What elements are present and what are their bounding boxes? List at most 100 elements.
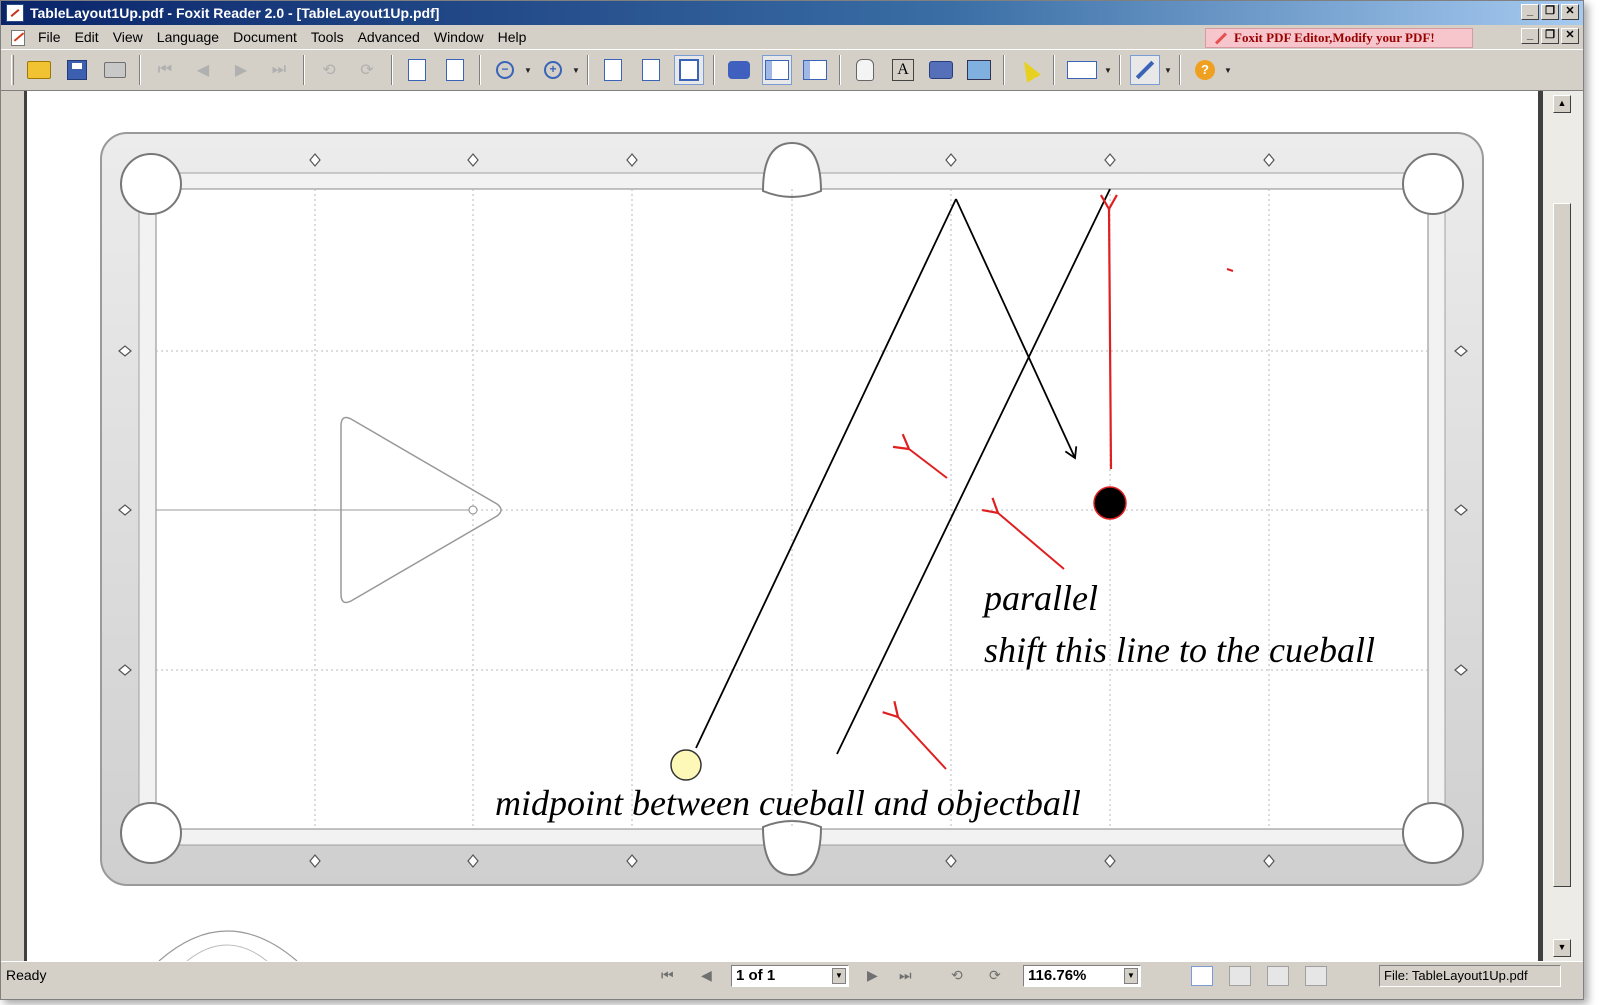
select-tool-button[interactable] (1014, 55, 1044, 85)
chevron-down-icon[interactable]: ▼ (832, 968, 846, 984)
single-page-view-icon[interactable] (1191, 966, 1213, 986)
measure-icon (1067, 61, 1097, 79)
zoom-out-button[interactable]: − (490, 55, 520, 85)
toolbar-separator (139, 55, 141, 85)
menu-edit[interactable]: Edit (68, 29, 106, 45)
promo-banner[interactable]: Foxit PDF Editor,Modify your PDF! (1205, 28, 1473, 48)
menu-advanced[interactable]: Advanced (351, 29, 427, 45)
hand-tool-button[interactable] (850, 55, 880, 85)
facing-view-icon[interactable] (1267, 966, 1289, 986)
fit-width-icon (679, 59, 699, 81)
title-bar: TableLayout1Up.pdf - Foxit Reader 2.0 - … (1, 1, 1583, 25)
status-forward-icon[interactable]: ⟳ (989, 967, 1001, 984)
image-tool-button[interactable] (964, 55, 994, 85)
arrow-tool-button[interactable] (1130, 55, 1160, 85)
toolbar-grip[interactable] (11, 55, 14, 85)
vertical-scrollbar[interactable]: ▲ ▼ (1543, 91, 1583, 961)
menu-document[interactable]: Document (226, 29, 304, 45)
measure-dropdown[interactable]: ▼ (1104, 66, 1114, 75)
scrollbar-thumb[interactable] (1553, 203, 1571, 887)
toolbar-separator (713, 55, 715, 85)
forward-button[interactable]: ⟳ (352, 55, 382, 85)
document-icon[interactable] (9, 28, 27, 46)
pocket-top-left (120, 153, 182, 215)
save-icon (67, 60, 87, 80)
menu-window[interactable]: Window (427, 29, 491, 45)
single-page-icon (408, 59, 426, 81)
save-button[interactable] (62, 55, 92, 85)
first-page-button[interactable]: ⏮ (150, 55, 180, 85)
find-icon (728, 61, 750, 79)
snapshot-button[interactable] (926, 55, 956, 85)
status-next-page-icon[interactable]: ▶ (867, 967, 878, 984)
help-button[interactable]: ? (1190, 55, 1220, 85)
help-dropdown[interactable]: ▼ (1224, 66, 1234, 75)
toolbar-separator (1053, 55, 1055, 85)
doc-close-button[interactable]: ✕ (1561, 28, 1579, 44)
zoom-out-dropdown[interactable]: ▼ (524, 66, 534, 75)
toolbar-separator (391, 55, 393, 85)
prev-page-button[interactable]: ◀ (188, 55, 218, 85)
continuous-facing-view-icon[interactable] (1305, 966, 1327, 986)
back-button[interactable]: ⟲ (314, 55, 344, 85)
print-button[interactable] (100, 55, 130, 85)
measure-tool-button[interactable] (1064, 55, 1100, 85)
pdf-page[interactable]: parallel shift this line to the cueball … (27, 91, 1538, 962)
scroll-up-button[interactable]: ▲ (1553, 95, 1571, 113)
page-number-field[interactable]: 1 of 1 ▼ (731, 965, 849, 987)
arrow-tool-icon (1135, 60, 1155, 80)
open-icon (27, 61, 51, 79)
actual-size-button[interactable] (598, 55, 628, 85)
menu-tools[interactable]: Tools (304, 29, 351, 45)
open-button[interactable] (24, 55, 54, 85)
arrow-tool-dropdown[interactable]: ▼ (1164, 66, 1174, 75)
bookmarks-button[interactable] (762, 55, 792, 85)
text-select-button[interactable]: A (888, 55, 918, 85)
menu-file[interactable]: File (31, 29, 68, 45)
label-midpoint: midpoint between cueball and objectball (495, 783, 1081, 823)
bookmarks-icon (765, 60, 789, 80)
file-info: File: TableLayout1Up.pdf (1379, 965, 1561, 987)
pocket-top-right (1402, 153, 1464, 215)
next-page-button[interactable]: ▶ (226, 55, 256, 85)
toolbar-separator (479, 55, 481, 85)
restore-button[interactable]: ❐ (1541, 4, 1559, 20)
toolbar-separator (839, 55, 841, 85)
doc-minimize-button[interactable]: _ (1521, 28, 1539, 44)
status-last-page-icon[interactable]: ⏭ (899, 967, 912, 984)
partial-diagram-inner-arc (186, 944, 268, 962)
status-back-icon[interactable]: ⟲ (951, 967, 963, 984)
last-page-button[interactable]: ⏭ (264, 55, 294, 85)
thumbnail-button[interactable] (800, 55, 830, 85)
zoom-field[interactable]: 116.76% ▼ (1023, 965, 1141, 987)
menu-help[interactable]: Help (491, 29, 534, 45)
zoom-in-icon: + (544, 61, 562, 79)
menu-view[interactable]: View (106, 29, 150, 45)
doc-restore-button[interactable]: ❐ (1541, 28, 1559, 44)
fit-width-button[interactable] (674, 55, 704, 85)
zoom-in-button[interactable]: + (538, 55, 568, 85)
minimize-button[interactable]: _ (1521, 4, 1539, 20)
promo-text: Foxit PDF Editor,Modify your PDF! (1234, 30, 1435, 45)
close-button[interactable]: ✕ (1561, 4, 1579, 20)
facing-page-button[interactable] (440, 55, 470, 85)
find-button[interactable] (724, 55, 754, 85)
fit-page-button[interactable] (636, 55, 666, 85)
fit-page-icon (642, 59, 660, 81)
status-prev-page-icon[interactable]: ◀ (701, 967, 712, 984)
scroll-down-button[interactable]: ▼ (1553, 939, 1571, 957)
last-page-icon: ⏭ (271, 61, 287, 78)
zoom-out-icon: − (496, 61, 514, 79)
zoom-in-dropdown[interactable]: ▼ (572, 66, 582, 75)
chevron-down-icon[interactable]: ▼ (1124, 968, 1138, 984)
back-icon: ⟲ (322, 62, 336, 79)
pool-table-diagram: parallel shift this line to the cueball … (100, 132, 1484, 962)
continuous-view-icon[interactable] (1229, 966, 1251, 986)
menu-language[interactable]: Language (150, 29, 226, 45)
status-first-page-icon[interactable]: ⏮ (661, 967, 674, 984)
single-page-button[interactable] (402, 55, 432, 85)
foxit-app-icon[interactable] (6, 4, 24, 22)
select-icon (1017, 57, 1041, 83)
snapshot-icon (929, 61, 953, 79)
toolbar-separator (1119, 55, 1121, 85)
